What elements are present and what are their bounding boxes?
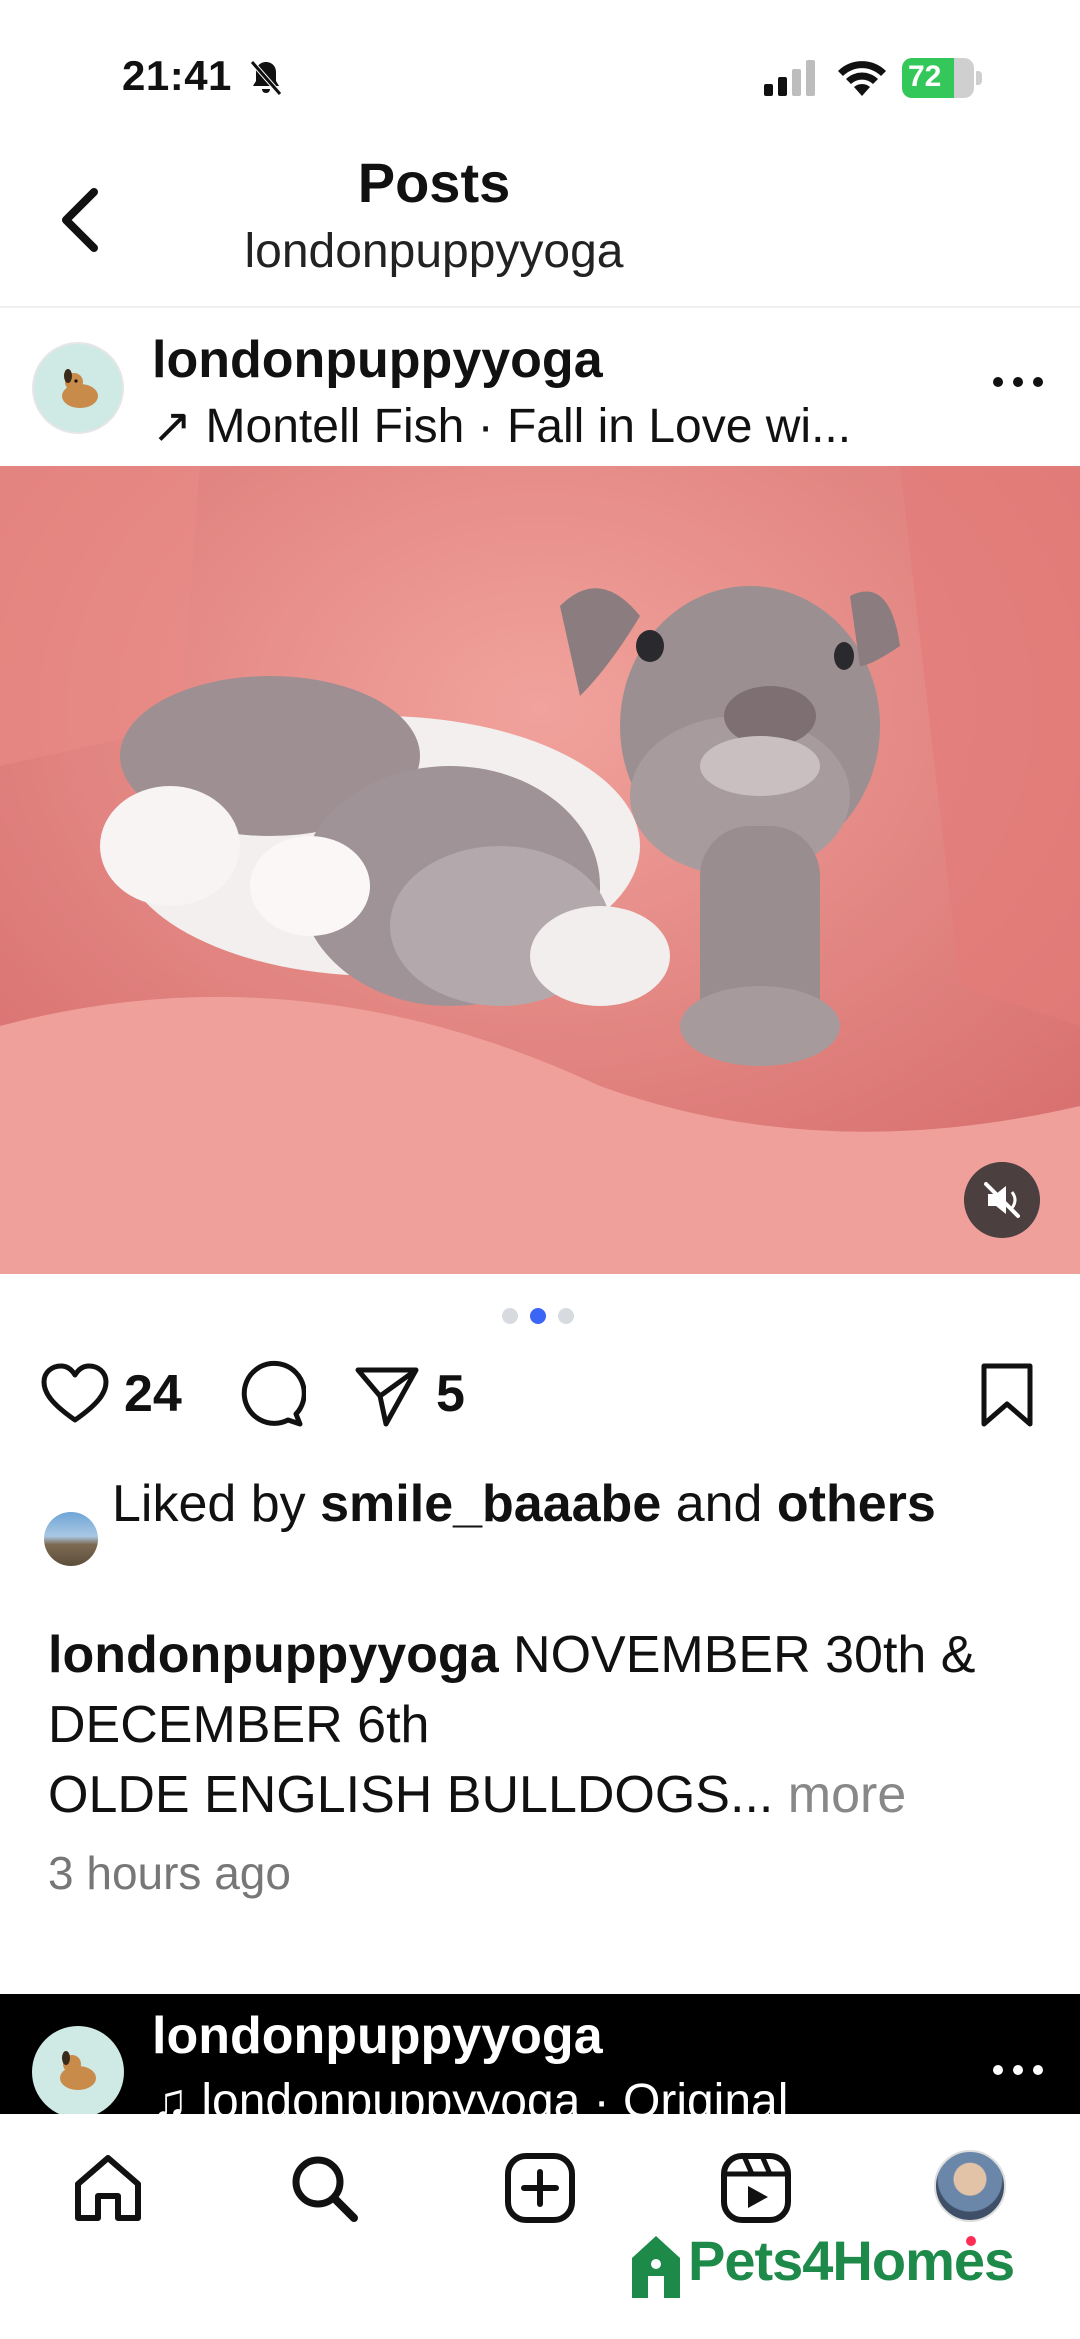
signal-icon — [764, 60, 815, 96]
battery-level: 72 — [908, 60, 942, 93]
dog-logo-icon — [34, 2028, 122, 2114]
post-timestamp: 3 hours ago — [48, 1847, 291, 1899]
liked-by-others[interactable]: others — [777, 1475, 936, 1533]
comment-icon[interactable] — [236, 1360, 306, 1430]
create-icon[interactable] — [502, 2150, 578, 2226]
carousel-indicator — [502, 1308, 582, 1328]
avatar[interactable] — [32, 2026, 124, 2114]
dog-logo-icon — [36, 346, 122, 432]
carousel-dot — [530, 1308, 546, 1324]
more-options-icon[interactable] — [990, 2060, 1046, 2080]
watermark-text: Pets4Homes — [688, 2229, 1015, 2292]
profile-avatar[interactable] — [934, 2150, 1006, 2222]
post-actions: 24 5 — [0, 1360, 1080, 1470]
likes-count[interactable]: 24 — [124, 1364, 182, 1424]
carousel-dot — [558, 1308, 574, 1324]
more-options-icon[interactable] — [990, 372, 1046, 392]
post-photo[interactable] — [0, 466, 1080, 1274]
next-post-header: londonpuppyyoga ♫ londonpuppyyoga · Orig… — [0, 1994, 1080, 2114]
post-audio-link[interactable]: ↗ Montell Fish · Fall in Love wi... — [152, 398, 851, 454]
wifi-icon — [838, 61, 886, 96]
post-username[interactable]: londonpuppyyoga — [152, 330, 603, 390]
battery-icon: 72 — [902, 58, 982, 98]
posts-header: Posts londonpuppyyoga — [0, 150, 1080, 308]
bottom-nav: Pets4Homes — [0, 2114, 1080, 2339]
liked-by-and: and — [661, 1475, 777, 1533]
liked-by-prefix: Liked by — [112, 1475, 321, 1533]
share-icon[interactable] — [352, 1360, 422, 1430]
puppies-photo — [0, 466, 1080, 1274]
caption-line2: OLDE ENGLISH BULLDOGS... — [48, 1766, 774, 1824]
avatar[interactable] — [44, 1512, 98, 1566]
avatar[interactable] — [32, 342, 124, 434]
mute-icon[interactable] — [964, 1162, 1040, 1238]
carousel-dot — [502, 1308, 518, 1324]
search-icon[interactable] — [286, 2150, 362, 2226]
page-title: Posts — [357, 151, 511, 214]
post-caption: londonpuppyyoga NOVEMBER 30th & DECEMBER… — [48, 1620, 1048, 1830]
next-post-username[interactable]: londonpuppyyoga — [152, 2006, 603, 2066]
page-subtitle[interactable]: londonpuppyyoga — [0, 224, 868, 279]
bell-slash-icon — [250, 60, 282, 96]
next-post-audio[interactable]: ♫ londonpuppyyoga · Original — [152, 2074, 788, 2114]
caption-username[interactable]: londonpuppyyoga — [48, 1626, 499, 1684]
reels-icon[interactable] — [718, 2150, 794, 2226]
heart-icon[interactable] — [40, 1360, 110, 1430]
status-bar: 21:41 72 — [0, 0, 1080, 150]
caption-more-link[interactable]: more — [773, 1766, 906, 1824]
watermark: Pets4Homes — [628, 2228, 1028, 2300]
home-icon[interactable] — [70, 2150, 146, 2226]
post-header: londonpuppyyoga ↗ Montell Fish · Fall in… — [0, 310, 1080, 466]
bookmark-icon[interactable] — [972, 1360, 1042, 1430]
shares-count[interactable]: 5 — [436, 1364, 465, 1424]
liked-by-user[interactable]: smile_baaabe — [320, 1475, 661, 1533]
status-time: 21:41 — [122, 52, 232, 99]
liked-by-text: Liked by smile_baaabe and others — [112, 1470, 1012, 1538]
house-paw-icon — [632, 2236, 680, 2298]
